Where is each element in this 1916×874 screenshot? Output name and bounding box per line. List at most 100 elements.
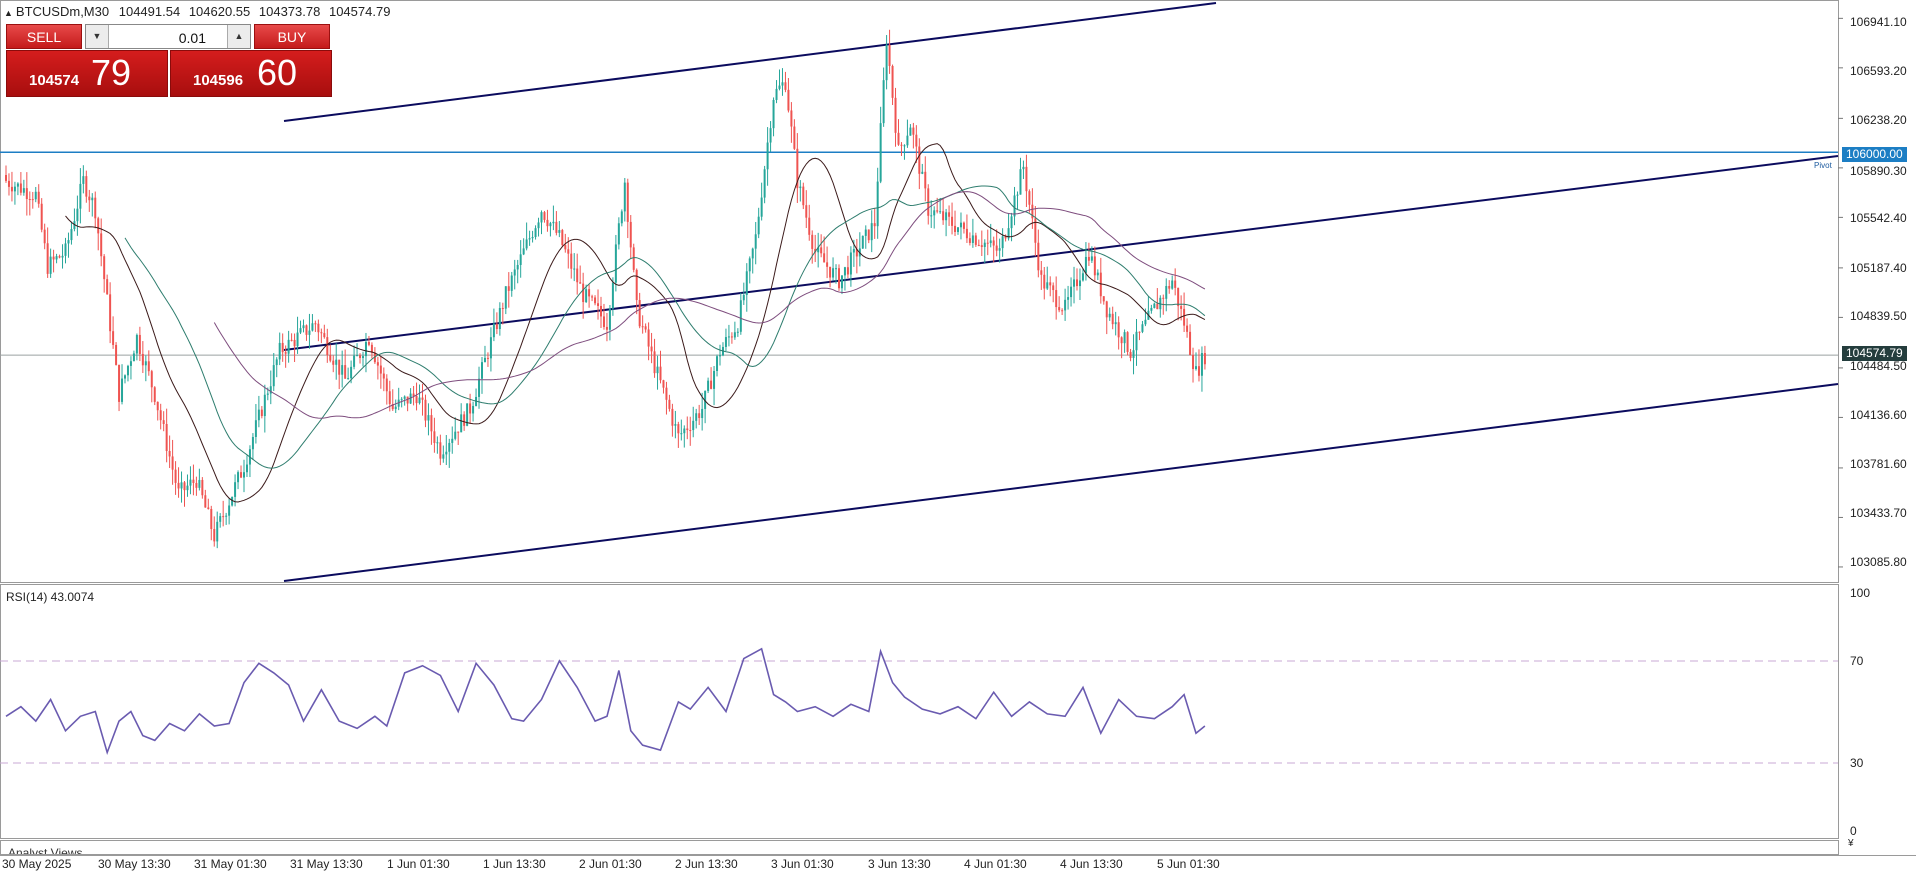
chart-window: ▲ BTCUSDm,M30 104491.54 104620.55 104373.… — [0, 0, 1916, 874]
candle-body — [763, 169, 766, 198]
candle-body — [165, 424, 168, 451]
candle-body — [22, 188, 25, 193]
price-label: 106593.20 — [1850, 64, 1907, 78]
bottom-strip — [0, 840, 1839, 855]
candle-body — [10, 186, 13, 192]
time-label: 31 May 13:30 — [290, 857, 363, 871]
rsi-level-label: 70 — [1850, 654, 1864, 668]
candle-body — [501, 308, 504, 310]
candle-body — [793, 126, 796, 149]
candle-body — [617, 223, 620, 245]
candle-body — [921, 171, 924, 174]
candle-body — [552, 221, 555, 224]
candle-body — [237, 472, 240, 483]
candle-body — [31, 199, 34, 201]
candle-body — [730, 336, 733, 338]
bid-price-button[interactable]: 104574 79 — [6, 50, 168, 97]
candle-body — [141, 353, 144, 366]
candle-body — [58, 256, 61, 258]
candle-body — [457, 431, 460, 433]
candle-body — [1120, 337, 1123, 344]
sell-button[interactable]: SELL — [6, 24, 82, 49]
scroll-arrow-icon[interactable]: ¥ — [1848, 838, 1854, 849]
candle-body — [998, 248, 1001, 251]
candle-body — [183, 482, 186, 491]
candle-body — [260, 409, 263, 417]
rsi-level-label: 100 — [1850, 586, 1871, 600]
candle-body — [132, 353, 135, 362]
rsi-level-label: 30 — [1850, 756, 1864, 770]
candle-body — [329, 355, 332, 361]
candle-body — [650, 346, 653, 352]
candle-body — [546, 219, 549, 227]
time-label: 2 Jun 01:30 — [579, 857, 642, 871]
candle-body — [1052, 285, 1055, 291]
candle-body — [353, 355, 356, 367]
lot-increase-icon[interactable]: ▲ — [227, 25, 250, 48]
candle-body — [873, 223, 876, 227]
candle-body — [1022, 166, 1025, 170]
candle-body — [570, 253, 573, 269]
candle-body — [1013, 195, 1016, 217]
candle-body — [1040, 270, 1043, 275]
candle-body — [195, 482, 198, 488]
candle-body — [719, 355, 721, 357]
candle-body — [320, 332, 323, 334]
candle-body — [174, 469, 177, 483]
candle-body — [326, 337, 329, 356]
candle-body — [469, 403, 472, 414]
bid-price-major: 104574 — [29, 72, 80, 89]
candle-body — [811, 234, 814, 249]
candle-body — [692, 420, 695, 431]
candle-body — [638, 300, 641, 327]
candle-body — [1025, 166, 1028, 192]
candle-body — [510, 275, 513, 291]
candle-body — [25, 188, 28, 200]
candle-body — [1197, 366, 1200, 376]
candle-body — [433, 431, 436, 443]
candle-body — [957, 227, 959, 232]
candle-body — [156, 401, 159, 411]
candle-body — [272, 365, 275, 387]
candle-body — [823, 253, 826, 263]
lot-size-input[interactable] — [110, 27, 208, 48]
candle-body — [135, 334, 138, 354]
candle-body — [364, 341, 367, 357]
candle — [861, 235, 864, 249]
candle-body — [951, 216, 954, 226]
candle — [802, 182, 805, 210]
candle-body — [600, 305, 602, 317]
candle-body — [787, 89, 790, 111]
ask-price-button[interactable]: 104596 60 — [170, 50, 332, 97]
candle-body — [906, 135, 909, 146]
lot-size-control: ▼ ▲ — [85, 24, 251, 49]
candle-body — [1028, 191, 1031, 205]
candle-body — [28, 199, 31, 201]
analyst-views-tab[interactable]: Analyst Views — [8, 844, 82, 854]
price-label: 106941.10 — [1850, 15, 1907, 29]
candle-body — [1171, 280, 1174, 289]
candle-body — [962, 222, 965, 229]
candle-body — [864, 229, 867, 236]
candle-body — [891, 65, 894, 98]
triangle-up-icon[interactable]: ▲ — [4, 8, 13, 18]
symbol-label: BTCUSDm,M30 — [15, 4, 110, 19]
buy-button[interactable]: BUY — [254, 24, 330, 49]
candle-body — [379, 365, 382, 374]
time-label: 5 Jun 01:30 — [1157, 857, 1220, 871]
candle-body — [1055, 290, 1058, 308]
candle-body — [350, 366, 353, 379]
lot-decrease-icon[interactable]: ▼ — [86, 25, 109, 48]
candle-body — [296, 332, 299, 347]
candle-body — [754, 234, 757, 249]
candle-body — [1144, 319, 1147, 325]
candle-body — [647, 329, 650, 347]
candle-body — [213, 529, 216, 542]
candle-body — [674, 424, 677, 426]
candle-body — [94, 197, 97, 219]
candle — [231, 496, 234, 507]
candle-body — [367, 341, 370, 345]
chart-canvas[interactable] — [0, 0, 1916, 874]
candle-body — [52, 256, 55, 260]
candle-body — [727, 336, 730, 338]
